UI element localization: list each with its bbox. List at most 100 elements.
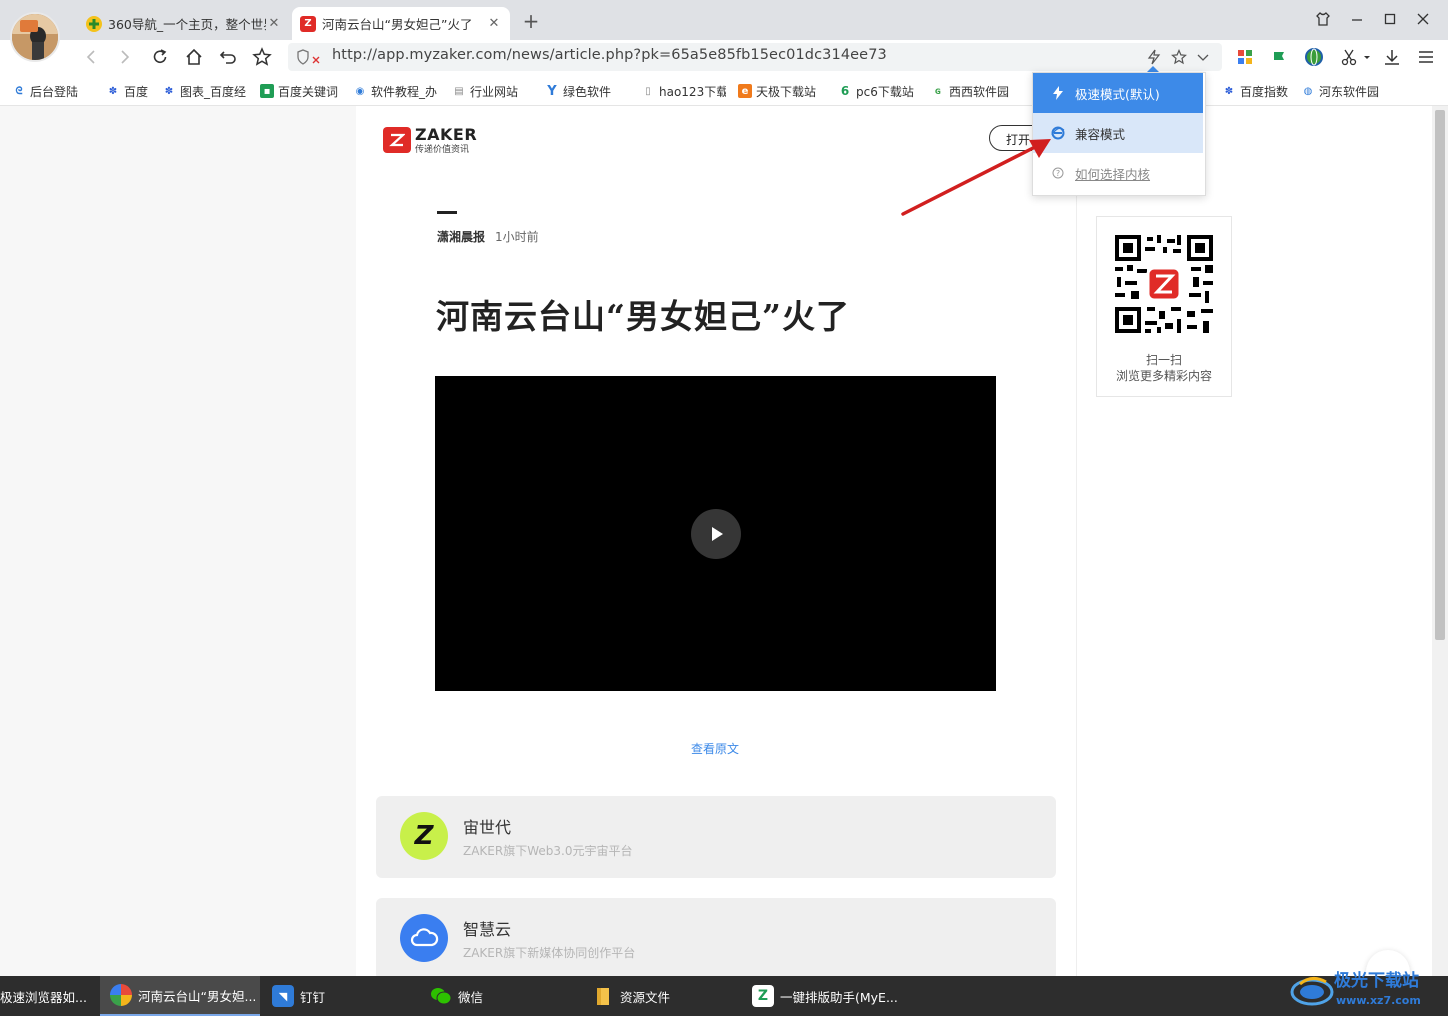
bookmark-label: pc6下载站 [856, 84, 914, 99]
lightning-kernel-icon[interactable] [1143, 46, 1165, 68]
bookmark-label: 百度关键词 [278, 84, 339, 99]
article-title: 河南云台山“男女妲己”火了 [436, 297, 850, 336]
undo-close-tab-button[interactable] [215, 44, 241, 70]
apps-grid-icon[interactable] [1234, 46, 1256, 68]
view-original-link[interactable]: 查看原文 [691, 740, 739, 757]
scrollbar-thumb[interactable] [1435, 110, 1445, 640]
eye-icon: ◉ [355, 85, 365, 97]
minimize-button[interactable] [1342, 6, 1372, 32]
zaker-slogan: 传递价值资讯 [415, 145, 470, 155]
article-time: 1小时前 [495, 230, 539, 244]
tag-icon: ▪ [260, 84, 274, 98]
360-logo-icon [86, 15, 102, 32]
bookmark-star-button[interactable] [249, 44, 275, 70]
taskbar-item[interactable]: ◥ 钉钉 [264, 976, 414, 1016]
user-avatar[interactable] [10, 12, 60, 62]
bookmark-item[interactable]: Y 绿色软件 [545, 82, 625, 100]
taskbar-label: 微信 [458, 989, 484, 1005]
bookmark-label: 天极下载站 [756, 84, 817, 99]
x-logo-icon: Y [547, 83, 557, 99]
dingtalk-icon: ◥ [272, 985, 294, 1007]
tab-360-nav[interactable]: 360导航_一个主页，整个世界 ✕ [78, 7, 290, 40]
taskbar-item[interactable]: 微信 [424, 976, 574, 1016]
bookmark-item[interactable]: ◍ 河东软件园 [1301, 82, 1385, 100]
bookmark-item[interactable]: ᘓ 后台登陆 [12, 82, 90, 100]
bookmark-label: 百度 [124, 84, 149, 99]
close-icon[interactable]: ✕ [486, 16, 502, 31]
caret-down-icon[interactable] [1360, 46, 1374, 68]
article-source[interactable]: 潇湘晨报 [437, 228, 485, 245]
bookmark-label: 图表_百度经 [180, 84, 246, 99]
bookmark-item[interactable]: ✽ 百度 [106, 82, 154, 100]
card-zhoushidai[interactable]: Z 宙世代 ZAKER旗下Web3.0元宇宙平台 [376, 796, 1056, 878]
bookmark-item[interactable]: ✽ 百度指数 [1222, 82, 1292, 100]
svg-text:www.xz7.com: www.xz7.com [1336, 994, 1421, 1007]
baidu-paw-icon: ✽ [1224, 85, 1234, 97]
menu-icon[interactable] [1415, 46, 1437, 68]
six-icon: 6 [840, 84, 850, 98]
taskbar-item[interactable]: 极速浏览器如... [0, 976, 98, 1016]
forward-button[interactable] [112, 44, 138, 70]
tab-title: 360导航_一个主页，整个世界 [108, 17, 266, 32]
bookmark-item[interactable]: ◉ 软件教程_办 [353, 82, 439, 100]
card-description: ZAKER旗下新媒体协同创作平台 [463, 946, 636, 960]
qr-code-box: 扫一扫 浏览更多精彩内容 [1096, 216, 1232, 397]
tab-title: 河南云台山“男女妲己”火了 [322, 17, 473, 32]
favorite-star-icon[interactable] [1168, 46, 1190, 68]
doc-icon: ▤ [454, 85, 464, 97]
shirt-skin-icon[interactable] [1308, 6, 1338, 32]
url-text[interactable]: http://app.myzaker.com/news/article.php?… [332, 47, 887, 63]
leaf-icon: ɢ [934, 85, 942, 97]
wechat-icon [430, 985, 452, 1007]
bookmark-item[interactable]: ✽ 图表_百度经 [162, 82, 246, 100]
taskbar-item[interactable]: Z 一键排版助手(MyE... [750, 976, 910, 1016]
shield-insecure-icon[interactable] [296, 48, 324, 66]
lightning-icon [1051, 86, 1065, 100]
bookmark-label: 百度指数 [1240, 84, 1289, 99]
maximize-button[interactable] [1375, 6, 1405, 32]
close-window-button[interactable] [1408, 6, 1438, 32]
card-title: 智慧云 [463, 920, 512, 939]
bookmark-item[interactable]: 6 pc6下载站 [838, 82, 920, 100]
doc-icon: ▯ [645, 85, 651, 97]
qr-code-image [1115, 235, 1213, 333]
tab-article[interactable]: Z 河南云台山“男女妲己”火了 ✕ [292, 7, 510, 40]
taskbar-label: 极速浏览器如... [0, 989, 87, 1005]
menu-item-label: 兼容模式 [1075, 126, 1126, 142]
new-tab-button[interactable]: + [520, 8, 542, 34]
chrome-like-icon [110, 984, 132, 1006]
home-button[interactable] [181, 44, 207, 70]
card-description: ZAKER旗下Web3.0元宇宙平台 [463, 844, 633, 858]
bookmark-label: 绿色软件 [563, 84, 612, 99]
taskbar-label: 钉钉 [300, 989, 326, 1005]
zaker-logo-icon[interactable] [383, 127, 411, 153]
scissors-screenshot-icon[interactable] [1338, 46, 1360, 68]
taskbar-item-active[interactable]: 河南云台山“男女妲... [100, 976, 260, 1016]
menu-item-speed-mode[interactable]: 极速模式(默认) [1033, 73, 1203, 113]
bookmark-item[interactable]: ▯ hao123下载 [641, 82, 726, 100]
bookmark-item[interactable]: ▪ 百度关键词 [260, 82, 340, 100]
taskbar-label: 河南云台山“男女妲... [138, 988, 257, 1004]
taskbar-label: 资源文件 [620, 989, 671, 1005]
close-icon[interactable]: ✕ [266, 16, 282, 31]
cloud-icon [400, 914, 448, 962]
play-icon[interactable] [691, 509, 741, 559]
reload-button[interactable] [147, 44, 173, 70]
bookmark-item[interactable]: ɢ 西西软件园 [931, 82, 1017, 100]
bookmark-label: hao123下载 [659, 84, 726, 99]
qr-caption-1: 扫一扫 [1145, 353, 1182, 367]
globe-extension-icon[interactable] [1303, 46, 1325, 68]
baidu-paw-icon: ✽ [164, 85, 174, 97]
green-flag-icon[interactable] [1268, 46, 1290, 68]
swirl-icon: ᘓ [15, 85, 23, 97]
taskbar-item[interactable]: 资源文件 [588, 976, 738, 1016]
e-logo-icon: e [738, 84, 752, 98]
card-zhihuiyun[interactable]: 智慧云 ZAKER旗下新媒体协同创作平台 [376, 898, 1056, 980]
chevron-down-icon[interactable] [1192, 46, 1214, 68]
baidu-paw-icon: ✽ [108, 85, 118, 97]
bookmark-item[interactable]: ▤ 行业网站 [452, 82, 534, 100]
download-icon[interactable] [1381, 46, 1403, 68]
menu-item-label: 极速模式(默认) [1075, 86, 1160, 102]
bookmark-item[interactable]: e 天极下载站 [738, 82, 824, 100]
back-button[interactable] [78, 44, 104, 70]
